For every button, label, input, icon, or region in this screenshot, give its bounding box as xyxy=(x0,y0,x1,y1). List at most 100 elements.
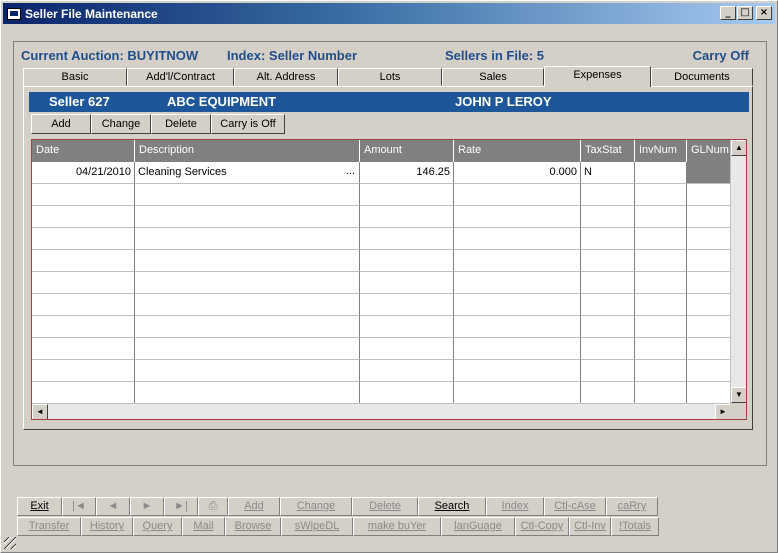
empty-cell[interactable] xyxy=(687,338,731,360)
empty-cell[interactable] xyxy=(32,228,135,250)
empty-cell[interactable] xyxy=(135,184,360,206)
empty-cell[interactable] xyxy=(635,316,687,338)
empty-cell[interactable] xyxy=(454,250,581,272)
empty-cell[interactable] xyxy=(581,184,635,206)
change-expense-button[interactable]: Change xyxy=(91,114,151,134)
empty-cell[interactable] xyxy=(360,360,454,382)
ctl-copy-button[interactable]: Ctl-Copy xyxy=(515,517,569,536)
previous-record-icon[interactable]: ◄ xyxy=(96,497,130,516)
empty-cell[interactable] xyxy=(360,272,454,294)
empty-cell[interactable] xyxy=(360,250,454,272)
empty-cell[interactable] xyxy=(635,382,687,404)
browse-button[interactable]: Browse xyxy=(225,517,281,536)
history-button[interactable]: History xyxy=(81,517,133,536)
bottom-add-button[interactable]: Add xyxy=(228,497,280,516)
empty-table-row[interactable] xyxy=(32,272,731,294)
cell-amount[interactable]: 146.25 xyxy=(360,162,454,184)
ctl-inv-button[interactable]: Ctl-Inv xyxy=(569,517,611,536)
cell-description[interactable]: Cleaning Services ... xyxy=(135,162,360,184)
query-button[interactable]: Query xyxy=(133,517,182,536)
empty-cell[interactable] xyxy=(454,206,581,228)
horizontal-scrollbar[interactable]: ◄ ► xyxy=(32,403,731,419)
tab-documents[interactable]: Documents xyxy=(651,68,753,86)
ctl-case-button[interactable]: Ctl-cAse xyxy=(544,497,606,516)
empty-cell[interactable] xyxy=(32,206,135,228)
bottom-change-button[interactable]: Change xyxy=(280,497,352,516)
empty-cell[interactable] xyxy=(581,272,635,294)
empty-cell[interactable] xyxy=(32,338,135,360)
empty-cell[interactable] xyxy=(454,360,581,382)
empty-table-row[interactable] xyxy=(32,382,731,404)
index-button[interactable]: Index xyxy=(486,497,544,516)
first-record-icon[interactable]: |◄ xyxy=(62,497,96,516)
vertical-scrollbar[interactable]: ▲ ▼ xyxy=(730,140,746,403)
mail-button[interactable]: Mail xyxy=(182,517,225,536)
empty-cell[interactable] xyxy=(635,272,687,294)
column-header-date[interactable]: Date xyxy=(32,140,135,162)
empty-table-row[interactable] xyxy=(32,206,731,228)
empty-cell[interactable] xyxy=(32,294,135,316)
empty-cell[interactable] xyxy=(687,316,731,338)
empty-cell[interactable] xyxy=(581,250,635,272)
empty-cell[interactable] xyxy=(135,382,360,404)
column-header-invnum[interactable]: InvNum xyxy=(635,140,687,162)
empty-cell[interactable] xyxy=(687,228,731,250)
empty-cell[interactable] xyxy=(32,360,135,382)
tab-lots[interactable]: Lots xyxy=(338,68,442,86)
scroll-up-icon[interactable]: ▲ xyxy=(731,140,746,156)
tab-sales[interactable]: Sales xyxy=(442,68,544,86)
column-header-amount[interactable]: Amount xyxy=(360,140,454,162)
description-ellipsis-button[interactable]: ... xyxy=(346,165,355,177)
empty-cell[interactable] xyxy=(32,382,135,404)
empty-cell[interactable] xyxy=(581,228,635,250)
empty-cell[interactable] xyxy=(360,382,454,404)
search-button[interactable]: Search xyxy=(418,497,486,516)
empty-cell[interactable] xyxy=(635,338,687,360)
empty-cell[interactable] xyxy=(135,294,360,316)
last-record-icon[interactable]: ►| xyxy=(164,497,198,516)
empty-cell[interactable] xyxy=(581,294,635,316)
empty-cell[interactable] xyxy=(360,316,454,338)
swipe-dl-button[interactable]: sWipeDL xyxy=(281,517,353,536)
empty-cell[interactable] xyxy=(635,184,687,206)
cell-invnum[interactable] xyxy=(635,162,687,184)
next-record-icon[interactable]: ► xyxy=(130,497,164,516)
bottom-delete-button[interactable]: Delete xyxy=(352,497,418,516)
column-header-taxstat[interactable]: TaxStat xyxy=(581,140,635,162)
empty-cell[interactable] xyxy=(32,272,135,294)
resize-grip[interactable] xyxy=(4,537,16,549)
totals-button[interactable]: !Totals xyxy=(611,517,659,536)
cell-taxstat[interactable]: N xyxy=(581,162,635,184)
carry-button[interactable]: caRry xyxy=(606,497,658,516)
close-button[interactable]: × xyxy=(756,6,772,20)
empty-cell[interactable] xyxy=(687,272,731,294)
empty-cell[interactable] xyxy=(635,294,687,316)
empty-cell[interactable] xyxy=(454,228,581,250)
transfer-button[interactable]: Transfer xyxy=(17,517,81,536)
add-expense-button[interactable]: Add xyxy=(31,114,91,134)
empty-cell[interactable] xyxy=(581,360,635,382)
column-header-rate[interactable]: Rate xyxy=(454,140,581,162)
column-header-description[interactable]: Description xyxy=(135,140,360,162)
delete-expense-button[interactable]: Delete xyxy=(151,114,211,134)
make-buyer-button[interactable]: make buYer xyxy=(353,517,441,536)
minimize-button[interactable]: _ xyxy=(720,6,736,20)
empty-cell[interactable] xyxy=(135,360,360,382)
empty-cell[interactable] xyxy=(360,338,454,360)
empty-cell[interactable] xyxy=(581,382,635,404)
empty-cell[interactable] xyxy=(635,228,687,250)
empty-cell[interactable] xyxy=(32,184,135,206)
empty-cell[interactable] xyxy=(360,294,454,316)
empty-cell[interactable] xyxy=(454,294,581,316)
expenses-grid[interactable]: Date Description Amount Rate TaxStat Inv… xyxy=(31,139,747,420)
empty-cell[interactable] xyxy=(635,250,687,272)
empty-table-row[interactable] xyxy=(32,294,731,316)
cell-date[interactable]: 04/21/2010 xyxy=(32,162,135,184)
table-row[interactable]: 04/21/2010 Cleaning Services ... 146.25 … xyxy=(32,162,731,184)
empty-cell[interactable] xyxy=(581,206,635,228)
empty-cell[interactable] xyxy=(635,360,687,382)
empty-cell[interactable] xyxy=(687,206,731,228)
carry-toggle-button[interactable]: Carry is Off xyxy=(211,114,285,134)
print-icon[interactable]: ⎙ xyxy=(198,497,228,516)
empty-cell[interactable] xyxy=(687,184,731,206)
